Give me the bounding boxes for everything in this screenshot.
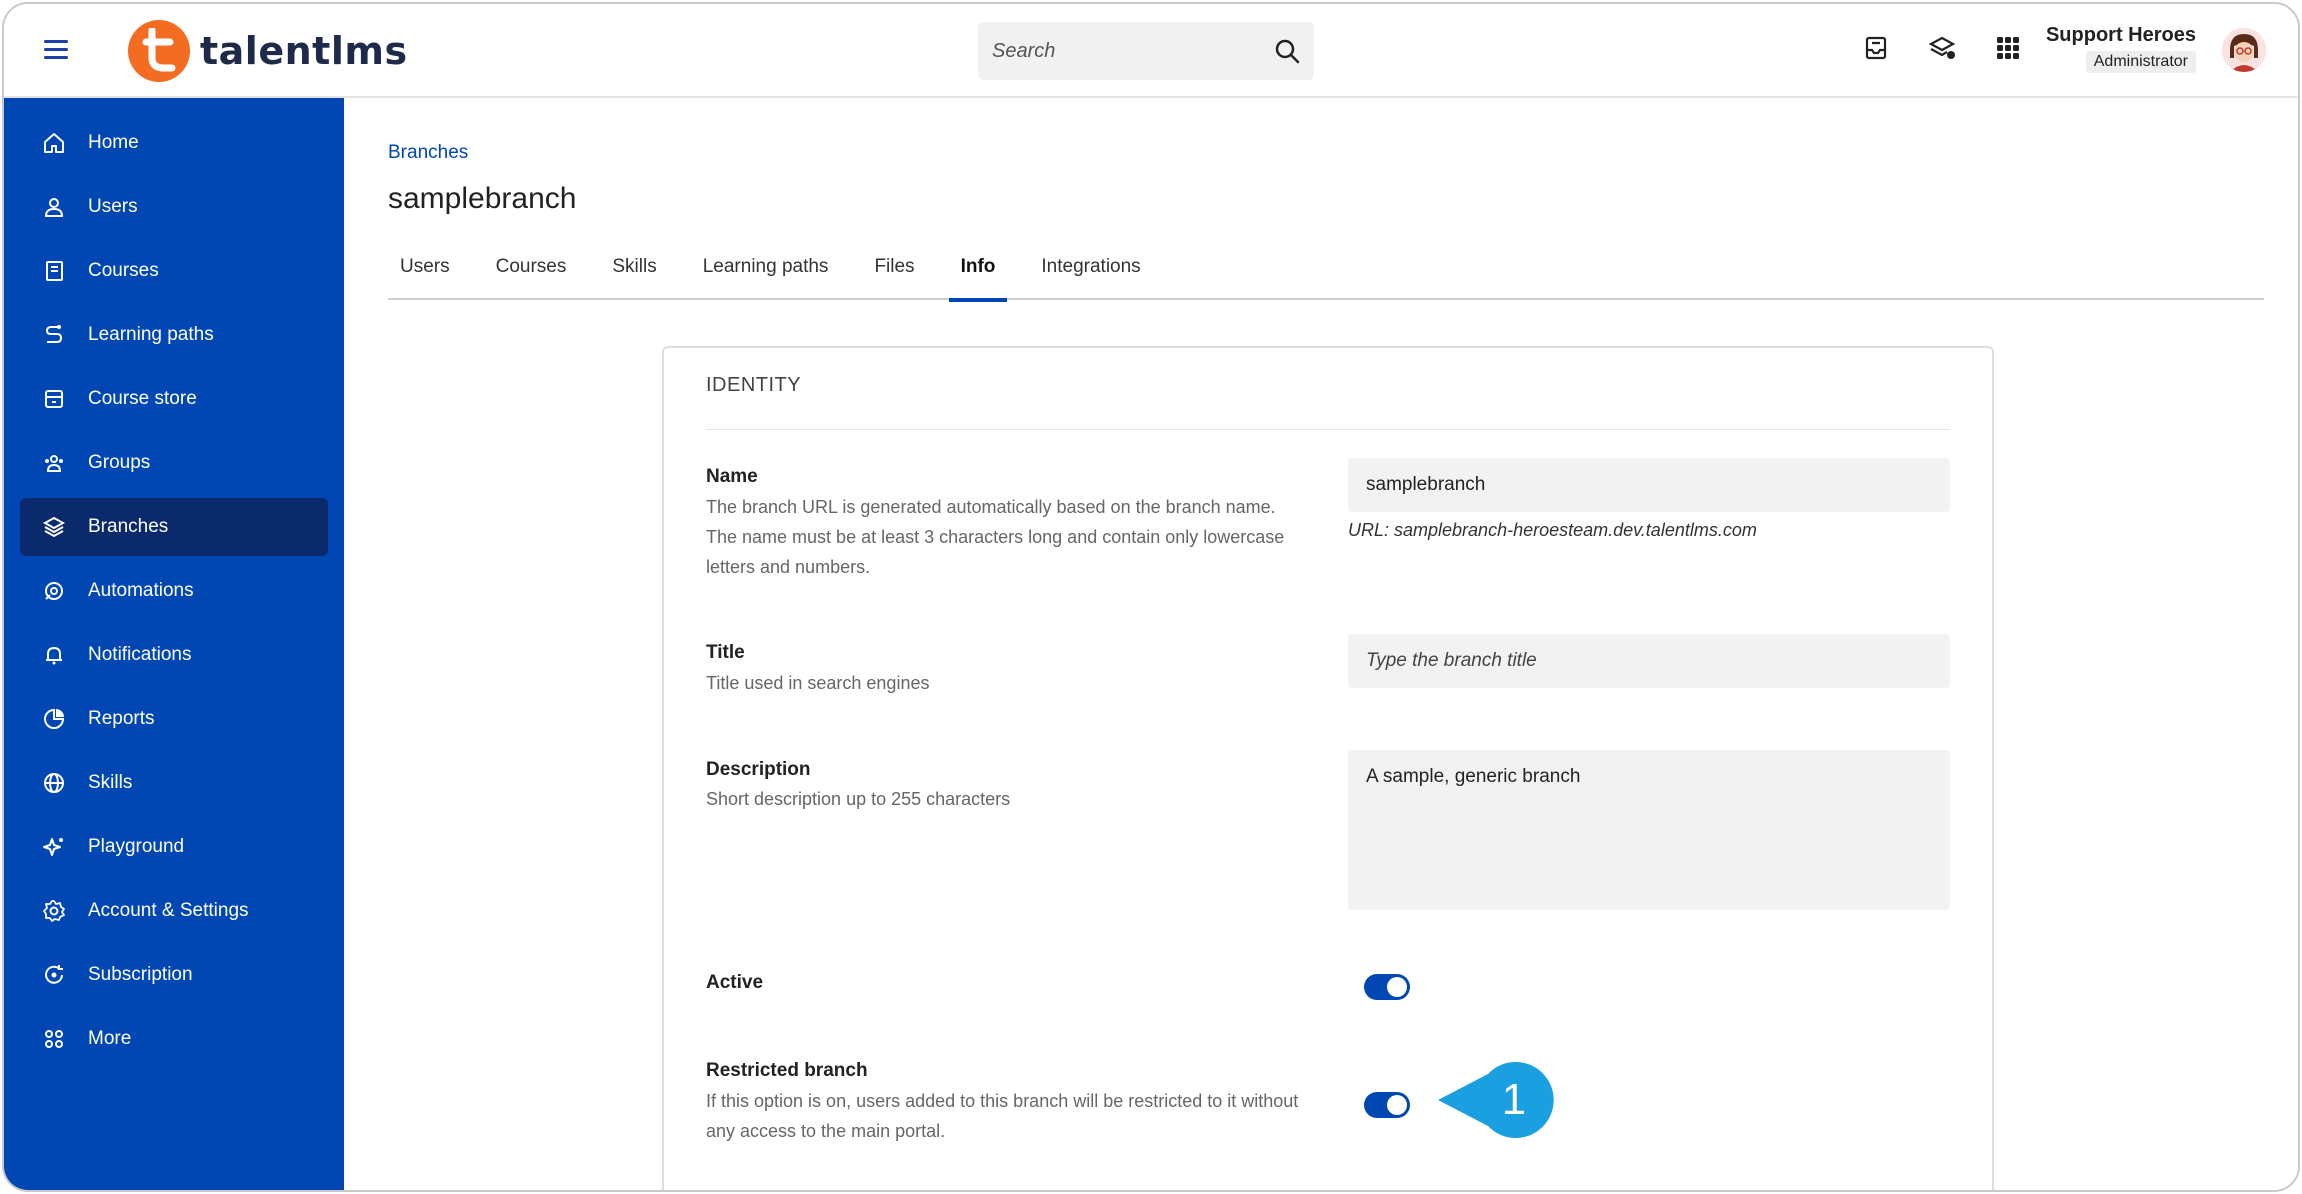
path-icon [45,325,63,343]
tab-bar: Users Courses Skills Learning paths File… [388,250,2264,302]
book-icon [46,261,63,281]
app-window: talentlms Search Support Heroes Administ… [2,2,2300,1192]
section-heading: IDENTITY [706,374,1950,430]
name-help: The branch URL is generated automaticall… [706,497,1285,577]
sidebar-item-notifications[interactable]: Notifications [20,626,328,684]
name-value: samplebranch [1366,474,1486,495]
breadcrumb[interactable]: Branches [388,142,468,164]
sidebar-item-reports[interactable]: Reports [20,690,328,748]
sidebar-item-label: Course store [88,388,197,409]
tab-integrations[interactable]: Integrations [1029,250,1152,300]
sparkle-icon [43,838,63,856]
groups-icon [45,455,63,472]
top-bar: talentlms Search Support Heroes Administ… [4,4,2298,98]
sidebar-item-users[interactable]: Users [20,178,328,236]
sidebar-item-branches[interactable]: Branches [20,498,328,556]
sidebar-item-label: Users [88,196,138,217]
sidebar-item-courses[interactable]: Courses [20,242,328,300]
description-label: Description [706,759,811,780]
name-label: Name [706,466,758,487]
restricted-help: If this option is on, users added to thi… [706,1091,1299,1141]
callout-number: 1 [1502,1075,1526,1124]
description-help: Short description up to 255 characters [706,789,1011,809]
user-icon [44,198,64,217]
title-placeholder: Type the branch title [1366,650,1537,671]
tab-files[interactable]: Files [862,250,926,300]
search-icon[interactable] [1274,38,1300,64]
sidebar-item-label: Reports [88,708,155,729]
title-help: Title used in search engines [706,673,930,693]
page-title: samplebranch [388,182,577,215]
user-role-badge: Administrator [2085,51,2196,73]
layers-icon [42,516,66,538]
sidebar-item-label: Account & Settings [88,900,249,921]
logo-mark [128,20,190,82]
restricted-label: Restricted branch [706,1060,868,1081]
sidebar-item-label: Notifications [88,644,192,665]
gear-icon [43,900,65,922]
apps-grid-icon[interactable] [1994,34,2022,62]
avatar[interactable] [2222,28,2266,72]
sidebar: Home Users Courses Learning paths Course… [4,98,344,1190]
active-toggle[interactable] [1364,974,1410,1000]
sidebar-item-label: Subscription [88,964,193,985]
user-menu[interactable]: Support Heroes Administrator [2046,24,2196,73]
sidebar-item-automations[interactable]: Automations [20,562,328,620]
logo-text: talentlms [200,29,408,73]
sidebar-item-label: Playground [88,836,185,857]
refresh-icon [45,965,63,984]
description-textarea[interactable]: A sample, generic branch [1348,750,1950,910]
pie-icon [44,708,65,729]
tab-users[interactable]: Users [388,250,462,300]
inbox-icon[interactable] [1862,34,1890,62]
sidebar-item-learning-paths[interactable]: Learning paths [20,306,328,364]
sidebar-item-playground[interactable]: Playground [20,818,328,876]
sidebar-item-label: Skills [88,772,133,793]
main-content: Branches samplebranch Users Courses Skil… [344,98,2298,1190]
sidebar-item-subscription[interactable]: Subscription [20,946,328,1004]
logo[interactable]: talentlms [128,20,408,82]
bell-icon [46,646,62,665]
title-label: Title [706,642,745,663]
sidebar-item-label: Courses [88,260,159,281]
automation-icon [45,582,63,600]
tab-skills[interactable]: Skills [600,250,668,300]
search-input[interactable]: Search [978,22,1314,80]
callout-marker: 1 [1438,1062,1554,1138]
branch-url: URL: samplebranch-heroesteam.dev.talentl… [1348,520,1757,540]
sidebar-item-groups[interactable]: Groups [20,434,328,492]
sidebar-item-course-store[interactable]: Course store [20,370,328,428]
globe-icon [44,773,64,793]
search-placeholder: Search [992,39,1056,62]
active-label: Active [706,972,764,993]
description-value: A sample, generic branch [1366,766,1581,787]
name-input[interactable]: samplebranch [1348,458,1950,512]
sidebar-item-skills[interactable]: Skills [20,754,328,812]
tab-info[interactable]: Info [948,250,1008,302]
sidebar-item-label: More [88,1028,132,1049]
sidebar-item-label: Branches [88,516,169,537]
menu-icon[interactable] [44,40,68,60]
sidebar-item-label: Groups [88,452,151,473]
title-input[interactable]: Type the branch title [1348,634,1950,688]
branch-switch-icon[interactable] [1928,34,1956,62]
sidebar-item-label: Learning paths [88,324,214,345]
sidebar-item-more[interactable]: More [20,1010,328,1068]
tab-learning-paths[interactable]: Learning paths [691,250,841,300]
identity-card: IDENTITY Name The branch URL is generate… [662,346,1994,1190]
sidebar-item-label: Home [88,132,139,153]
grid-dots-icon [45,1030,63,1048]
sidebar-item-label: Automations [88,580,194,601]
sidebar-item-home[interactable]: Home [20,114,328,172]
restricted-toggle[interactable] [1364,1092,1410,1118]
store-icon [45,390,63,408]
user-name: Support Heroes [2045,24,2196,46]
sidebar-item-account-settings[interactable]: Account & Settings [20,882,328,940]
home-icon [44,133,64,153]
tab-courses[interactable]: Courses [484,250,579,300]
